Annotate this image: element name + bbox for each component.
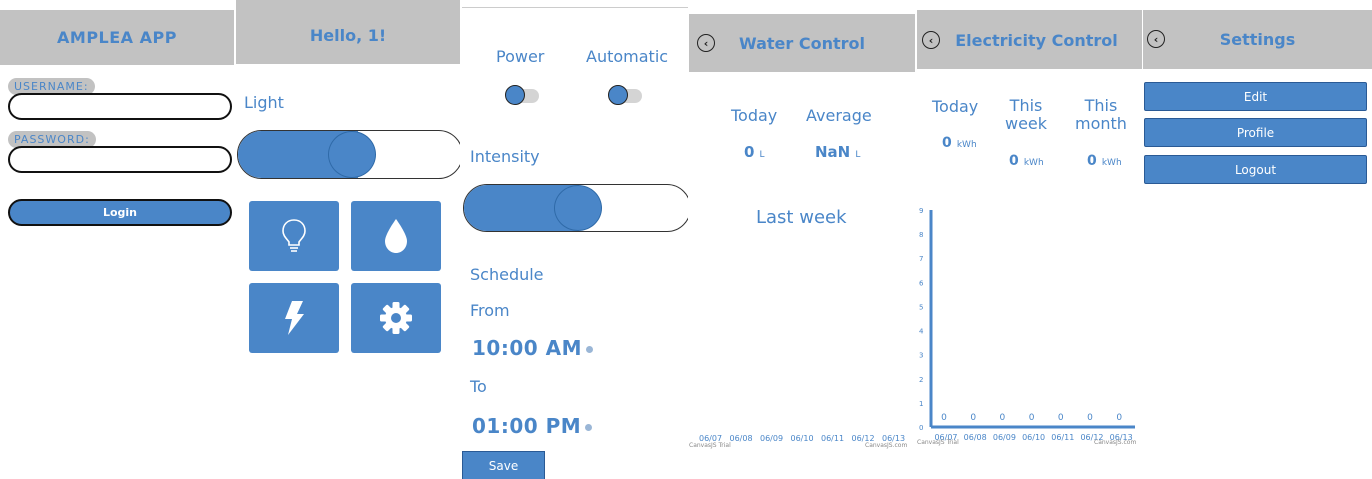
water-today-label: Today bbox=[731, 106, 778, 125]
light-toggle[interactable] bbox=[237, 130, 460, 179]
lightbulb-tile[interactable] bbox=[249, 201, 339, 271]
greeting-title: Hello, 1! bbox=[309, 26, 387, 45]
water-x-tick-label: 06/11 bbox=[821, 434, 845, 443]
water-x-tick-label: 06/09 bbox=[760, 434, 784, 443]
to-time-picker[interactable]: 01:00 PM bbox=[472, 414, 593, 438]
y-tick-label: 0 bbox=[919, 424, 923, 432]
water-chart-credit-right: CanvasJS.com bbox=[865, 442, 908, 449]
login-screen: AMPLEA APP USERNAME: PASSWORD: Login bbox=[0, 0, 234, 479]
x-tick-label: 06/08 bbox=[964, 433, 987, 442]
y-tick-label: 5 bbox=[919, 303, 923, 311]
y-tick-label: 6 bbox=[919, 279, 924, 287]
power-label: Power bbox=[496, 47, 545, 66]
x-tick-label: 06/10 bbox=[1022, 433, 1045, 442]
light-label: Light bbox=[244, 93, 284, 112]
username-field[interactable] bbox=[8, 93, 232, 120]
bar-data-label: 0 bbox=[1029, 413, 1035, 423]
bar-data-label: 0 bbox=[1116, 413, 1122, 423]
y-tick-label: 8 bbox=[919, 231, 923, 239]
edit-button[interactable]: Edit bbox=[1144, 82, 1367, 111]
to-label: To bbox=[470, 377, 487, 396]
electricity-tile[interactable] bbox=[249, 283, 339, 353]
login-header: AMPLEA APP bbox=[0, 10, 234, 65]
y-tick-label: 1 bbox=[919, 400, 923, 408]
water-x-tick-label: 06/08 bbox=[729, 434, 753, 443]
settings-screen: ‹ Settings Edit Profile Logout bbox=[1143, 0, 1372, 479]
light-toggle-knob bbox=[328, 131, 376, 178]
bar-data-label: 0 bbox=[1058, 413, 1064, 423]
water-average-unit: L bbox=[855, 150, 861, 160]
y-tick-label: 4 bbox=[919, 328, 924, 336]
elec-chart-credit-left: CanvasJS Trial bbox=[917, 439, 959, 446]
power-toggle[interactable] bbox=[505, 85, 539, 105]
home-screen: Hello, 1! Light bbox=[236, 0, 460, 479]
automatic-toggle[interactable] bbox=[608, 85, 642, 105]
settings-tile[interactable] bbox=[351, 283, 441, 353]
bar-data-label: 0 bbox=[1000, 413, 1006, 423]
save-button[interactable]: Save bbox=[462, 451, 545, 479]
electricity-chart: 0123456789006/07006/08006/09006/10006/11… bbox=[919, 207, 1135, 442]
bar-data-label: 0 bbox=[970, 413, 976, 423]
home-header: Hello, 1! bbox=[236, 0, 460, 64]
to-time-value: 01:00 PM bbox=[472, 414, 582, 438]
x-tick-label: 06/09 bbox=[993, 433, 1016, 442]
clock-icon bbox=[586, 346, 594, 353]
electricity-control-screen: ‹ Electricity Control Today This week Th… bbox=[917, 0, 1142, 479]
from-time-value: 10:00 AM bbox=[472, 336, 583, 360]
bar-data-label: 0 bbox=[941, 413, 947, 423]
water-control-screen: ‹ Water Control Today Average 0 L NaN L … bbox=[689, 0, 915, 479]
x-tick-label: 06/11 bbox=[1051, 433, 1074, 442]
water-average-reading: NaN L bbox=[815, 142, 860, 161]
settings-title: Settings bbox=[1219, 30, 1296, 49]
water-average-label: Average bbox=[806, 106, 872, 125]
y-tick-label: 9 bbox=[919, 207, 923, 215]
settings-header: ‹ Settings bbox=[1143, 10, 1372, 69]
y-tick-label: 2 bbox=[919, 376, 923, 384]
water-today-reading: 0 L bbox=[744, 142, 765, 161]
y-tick-label: 7 bbox=[919, 255, 923, 263]
elec-chart-credit-right: CanvasJS.com bbox=[1094, 439, 1137, 446]
intensity-knob[interactable] bbox=[554, 185, 602, 231]
app-title: AMPLEA APP bbox=[57, 28, 177, 47]
last-week-label: Last week bbox=[756, 207, 847, 228]
logout-button[interactable]: Logout bbox=[1144, 155, 1367, 184]
from-time-picker[interactable]: 10:00 AM bbox=[472, 336, 594, 360]
intensity-label: Intensity bbox=[470, 147, 540, 166]
gear-icon bbox=[380, 302, 412, 334]
bar-data-label: 0 bbox=[1087, 413, 1093, 423]
from-label: From bbox=[470, 301, 510, 320]
water-drop-icon bbox=[385, 219, 407, 253]
water-chart-credit-left: CanvasJS Trial bbox=[689, 442, 731, 449]
water-header: ‹ Water Control bbox=[689, 14, 915, 72]
automatic-label: Automatic bbox=[586, 47, 669, 66]
lightbulb-icon bbox=[282, 219, 306, 252]
light-control-screen: Power Automatic Intensity Schedule From … bbox=[462, 0, 688, 479]
lightning-icon bbox=[285, 301, 304, 335]
y-tick-label: 3 bbox=[919, 352, 923, 360]
profile-button[interactable]: Profile bbox=[1144, 118, 1367, 147]
water-average-value: NaN bbox=[815, 143, 851, 161]
back-icon[interactable]: ‹ bbox=[697, 34, 715, 52]
top-divider bbox=[462, 7, 688, 8]
water-tile[interactable] bbox=[351, 201, 441, 271]
water-title: Water Control bbox=[739, 33, 865, 53]
water-today-value: 0 bbox=[744, 143, 755, 161]
clock-icon bbox=[585, 424, 593, 431]
password-field[interactable] bbox=[8, 146, 232, 173]
schedule-label: Schedule bbox=[470, 265, 544, 284]
intensity-slider[interactable] bbox=[463, 184, 688, 232]
water-today-unit: L bbox=[759, 150, 765, 160]
login-button[interactable]: Login bbox=[8, 199, 232, 226]
back-icon[interactable]: ‹ bbox=[1147, 30, 1165, 48]
water-x-tick-label: 06/10 bbox=[790, 434, 814, 443]
